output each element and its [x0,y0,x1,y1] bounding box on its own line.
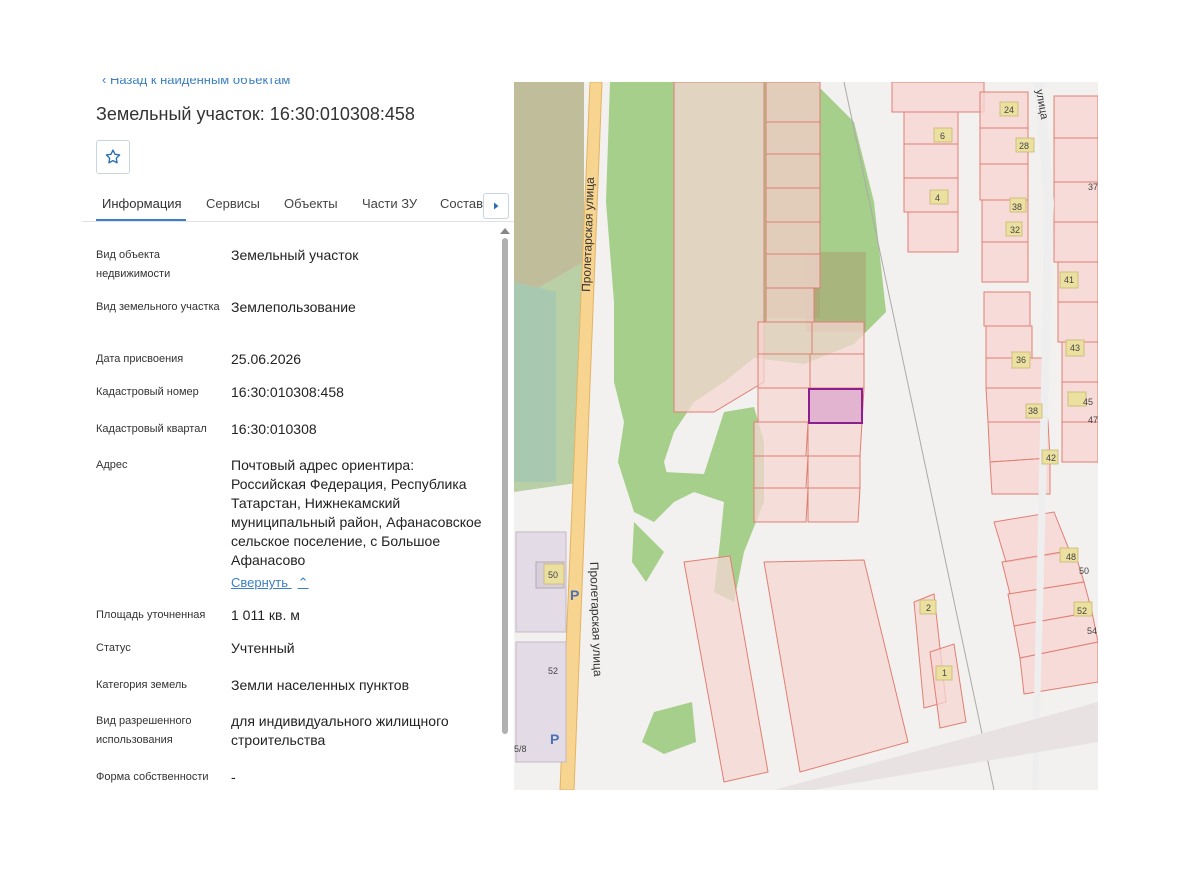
svg-text:37: 37 [1088,182,1098,192]
cadastral-map[interactable]: Пролетарская улица Пролетарская улица ул… [514,82,1098,790]
chevron-up-icon: ⌃ [297,575,309,590]
active-tab-indicator [96,219,186,221]
back-to-results-link[interactable]: ‹ Назад к найденным объектам [102,78,290,87]
svg-text:42: 42 [1046,453,1056,463]
svg-text:28: 28 [1019,141,1029,151]
tab-composition[interactable]: Состав [440,196,483,211]
street-label-3: улица [1033,88,1050,121]
svg-text:38: 38 [1012,202,1022,212]
map-canvas[interactable]: Пролетарская улица Пролетарская улица ул… [514,82,1098,790]
selected-parcel[interactable] [808,388,863,424]
svg-text:36: 36 [1016,355,1026,365]
tab-objects[interactable]: Объекты [284,196,338,211]
svg-text:43: 43 [1070,343,1080,353]
collapse-address-link[interactable]: Свернуть ⌃ [231,575,309,591]
map-field-left [514,282,556,482]
street-label-2: Пролетарская улица [587,562,605,677]
tab-information[interactable]: Информация [102,196,182,211]
tab-parts[interactable]: Части ЗУ [362,196,417,211]
svg-text:50: 50 [548,570,558,580]
tab-bar: Информация Сервисы Объекты Части ЗУ Сост… [82,186,514,222]
svg-text:50: 50 [1079,566,1089,576]
scrollbar-thumb[interactable] [502,238,508,734]
svg-text:5/8: 5/8 [514,744,527,754]
svg-text:45: 45 [1083,397,1093,407]
svg-text:6: 6 [940,131,945,141]
map-forest-patch-2 [642,702,696,754]
svg-text:24: 24 [1004,105,1014,115]
parking-icon: P [570,587,579,603]
scroll-up-arrow[interactable] [500,228,510,234]
svg-text:54: 54 [1087,626,1097,636]
parking-icon: P [550,731,559,747]
info-panel: ‹ Назад к найденным объектам Земельный у… [82,78,514,790]
tab-services[interactable]: Сервисы [206,196,260,211]
page-title: Земельный участок: 16:30:010308:458 [96,104,415,124]
chevron-right-icon [494,202,499,210]
svg-text:47: 47 [1088,415,1098,425]
svg-text:32: 32 [1010,225,1020,235]
chevron-left-icon: ‹ [102,78,110,87]
svg-text:52: 52 [548,666,558,676]
map-forest-patch [632,522,664,582]
svg-text:2: 2 [926,603,931,613]
favorite-button[interactable] [96,140,130,174]
svg-text:1: 1 [942,668,947,678]
svg-text:38: 38 [1028,406,1038,416]
svg-text:52: 52 [1077,606,1087,616]
svg-text:41: 41 [1064,275,1074,285]
star-icon [105,149,121,164]
svg-text:48: 48 [1066,552,1076,562]
svg-text:4: 4 [935,193,940,203]
tabs-scroll-right-button[interactable] [483,193,509,219]
